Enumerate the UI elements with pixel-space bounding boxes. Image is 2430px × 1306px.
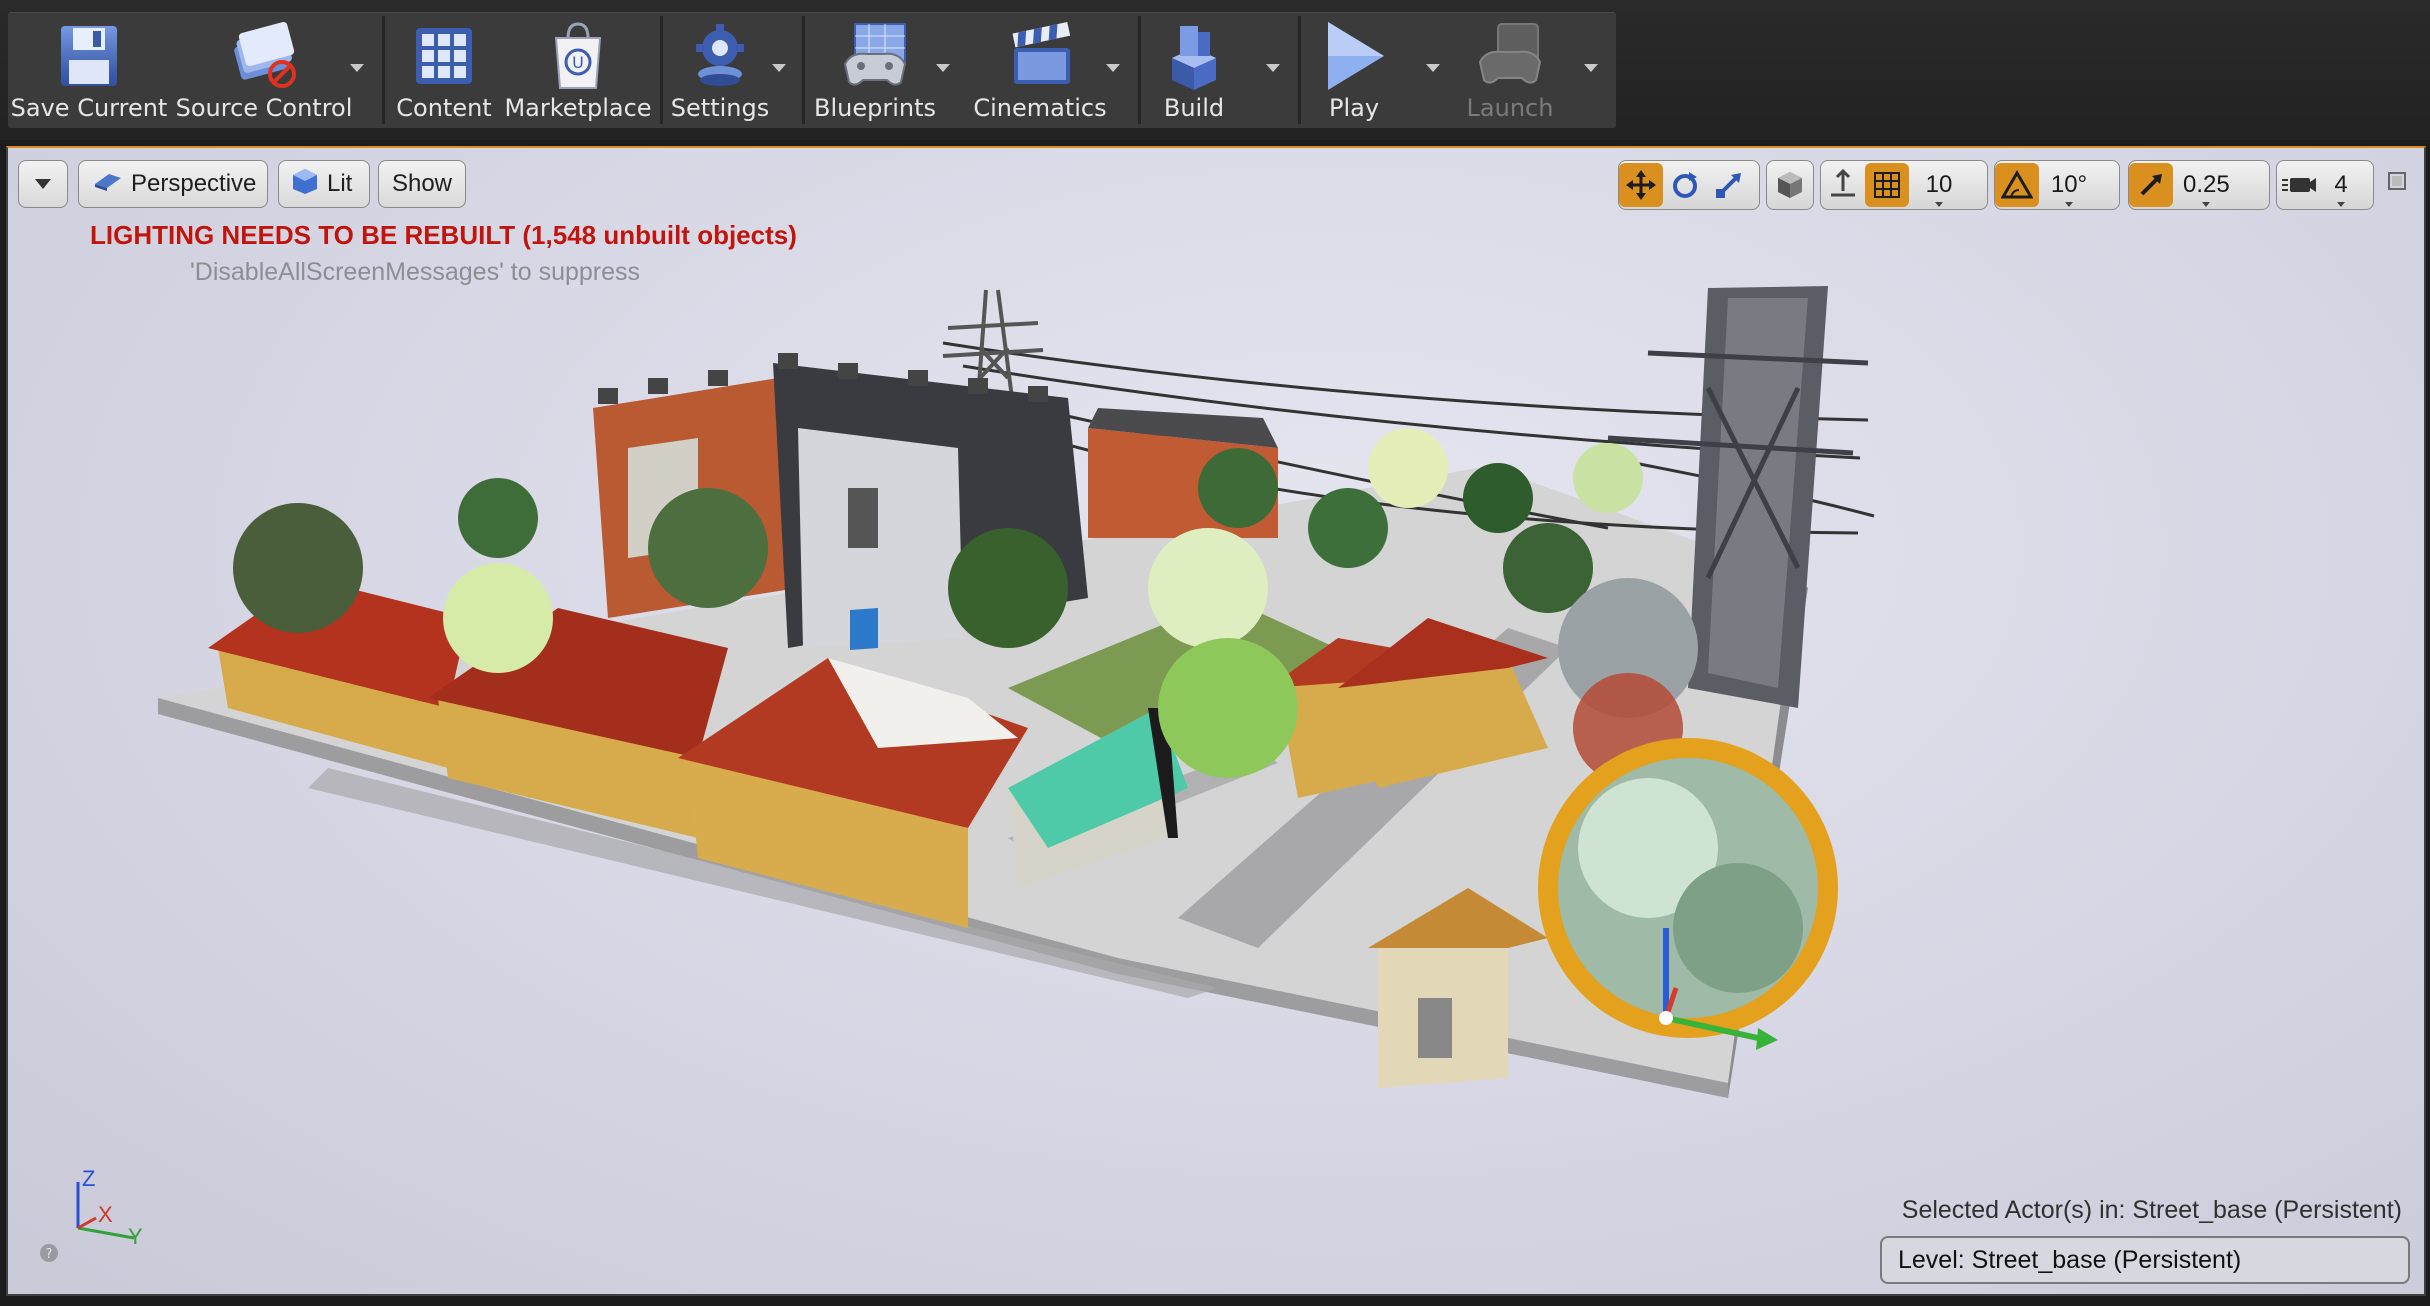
chevron-down-icon (1266, 64, 1280, 72)
perspective-label: Perspective (131, 170, 257, 197)
toolbar-divider (1298, 16, 1301, 124)
content-grid-icon (408, 18, 480, 92)
help-icon[interactable]: ? (38, 1242, 60, 1268)
grid-snap-icon[interactable] (1865, 163, 1909, 207)
play-button[interactable]: Play (1306, 12, 1402, 128)
toolbar-divider (382, 16, 385, 124)
clapperboard-icon (1004, 18, 1076, 92)
blueprints-gamepad-icon (839, 18, 911, 92)
cinematics-dropdown[interactable] (1100, 58, 1126, 78)
lit-label: Lit (327, 170, 353, 197)
launch-gamepad-icon (1474, 18, 1546, 92)
content-button[interactable]: Content (392, 12, 496, 128)
world-local-cube-icon[interactable] (1768, 163, 1812, 207)
svg-text:U: U (572, 53, 584, 72)
coordinate-system-group (1766, 160, 1814, 210)
main-toolbar: Save Current Source Control Content U Ma… (0, 0, 2430, 140)
axis-x-label: X (98, 1202, 113, 1227)
play-dropdown[interactable] (1420, 58, 1446, 78)
rotate-mode-icon[interactable] (1663, 163, 1707, 207)
viewport-options-button[interactable] (18, 160, 68, 208)
cinematics-label: Cinematics (973, 94, 1107, 122)
svg-text:?: ? (46, 1247, 53, 1262)
marketplace-button[interactable]: U Marketplace (504, 12, 652, 128)
lit-dropdown[interactable]: Lit (278, 160, 370, 208)
toolbar-divider (802, 16, 805, 124)
scale-mode-icon[interactable] (1707, 163, 1751, 207)
perspective-dropdown[interactable]: Perspective (78, 160, 268, 208)
rotation-snap-value[interactable]: 10° (2039, 171, 2099, 207)
chevron-down-icon (1106, 64, 1120, 72)
show-dropdown[interactable]: Show (378, 160, 466, 208)
chevron-down-icon (772, 64, 786, 72)
scale-snap-icon[interactable] (2129, 163, 2173, 207)
blueprints-dropdown[interactable] (930, 58, 956, 78)
grid-snap-group: 10 (1820, 160, 1988, 210)
surface-snap-icon[interactable] (1821, 163, 1865, 207)
lighting-rebuild-warning: LIGHTING NEEDS TO BE REBUILT (1,548 unbu… (90, 220, 797, 250)
blueprints-label: Blueprints (813, 94, 936, 122)
source-control-disabled-icon (228, 18, 300, 92)
play-triangle-icon (1318, 18, 1390, 92)
selected-tree[interactable] (1538, 738, 1838, 1038)
selected-actors-info: Selected Actor(s) in: Street_base (Persi… (1901, 1196, 2402, 1224)
rotation-snap-icon[interactable] (1995, 163, 2039, 207)
maximize-viewport-icon[interactable] (2386, 170, 2408, 196)
translate-mode-icon[interactable] (1619, 163, 1663, 207)
grid-snap-value[interactable]: 10 (1909, 171, 1969, 207)
scale-snap-value[interactable]: 0.25 (2173, 171, 2240, 207)
play-label: Play (1328, 94, 1380, 122)
axis-indicator: Z X Y (58, 1166, 148, 1250)
marketplace-bag-icon: U (542, 18, 614, 92)
chevron-down-icon (35, 179, 51, 189)
chevron-down-icon (350, 64, 364, 72)
blueprints-button[interactable]: Blueprints (810, 12, 940, 128)
perspective-view-icon (91, 170, 123, 199)
scene-render[interactable] (8, 148, 2424, 1294)
source-control-dropdown[interactable] (344, 58, 370, 78)
axis-y-label: Y (128, 1224, 143, 1246)
build-label: Build (1163, 94, 1225, 122)
save-current-label: Save Current (10, 94, 168, 122)
build-dropdown[interactable] (1260, 58, 1286, 78)
transform-mode-group (1618, 160, 1760, 210)
launch-dropdown[interactable] (1578, 58, 1604, 78)
level-viewport[interactable]: Perspective Lit Show 10 10° 0.25 4 LIGHT… (6, 146, 2426, 1296)
build-button[interactable]: Build (1146, 12, 1242, 128)
show-label: Show (391, 170, 453, 197)
suppress-messages-hint: 'DisableAllScreenMessages' to suppress (190, 258, 641, 286)
launch-button[interactable]: Launch (1458, 12, 1562, 128)
save-current-button[interactable]: Save Current (10, 12, 168, 128)
launch-label: Launch (1466, 94, 1554, 122)
scale-snap-group: 0.25 (2128, 160, 2270, 210)
camera-speed-value[interactable]: 4 (2321, 171, 2361, 207)
settings-label: Settings (670, 94, 770, 122)
chevron-down-icon (1584, 64, 1598, 72)
lit-cube-icon (291, 167, 319, 202)
camera-speed-icon[interactable] (2277, 163, 2321, 207)
source-control-label: Source Control (175, 94, 353, 122)
settings-gear-icon (684, 18, 756, 92)
rotation-snap-group: 10° (1994, 160, 2120, 210)
camera-speed-group: 4 (2276, 160, 2374, 210)
toolbar-divider (660, 16, 663, 124)
content-label: Content (396, 94, 492, 122)
settings-dropdown[interactable] (766, 58, 792, 78)
cinematics-button[interactable]: Cinematics (972, 12, 1108, 128)
source-control-button[interactable]: Source Control (176, 12, 352, 128)
chevron-down-icon (1426, 64, 1440, 72)
floppy-disk-icon (53, 18, 125, 92)
toolbar-divider (1138, 16, 1141, 124)
chevron-down-icon (936, 64, 950, 72)
current-level-label: Level: Street_base (Persistent) (1880, 1236, 2410, 1284)
axis-z-label: Z (82, 1166, 95, 1191)
marketplace-label: Marketplace (504, 94, 652, 122)
build-cubes-icon (1158, 18, 1230, 92)
settings-button[interactable]: Settings (668, 12, 772, 128)
